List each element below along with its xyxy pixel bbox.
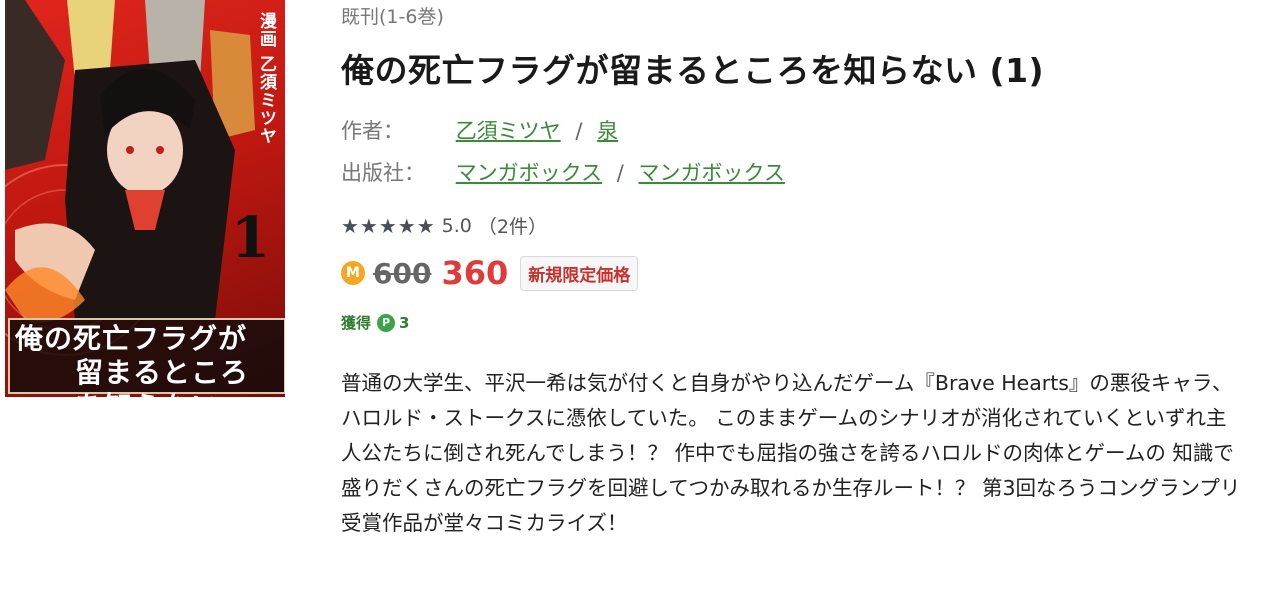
publisher-separator: / <box>616 161 624 185</box>
cover-title-line1: 俺の死亡フラグが <box>15 322 248 355</box>
publisher-link-1[interactable]: マンガボックス <box>456 161 602 185</box>
author-label: 作者： <box>341 119 404 143</box>
points-icon: P <box>377 313 396 332</box>
cover-author: 漫画 乙須ミツヤ <box>256 12 276 145</box>
product-title: 俺の死亡フラグが留まるところを知らない (1) <box>341 51 1045 90</box>
star-rating-icons: ★★★★★ <box>341 213 436 238</box>
product-description: 普通の大学生、平沢一希は気が付くと自身がやり込んだゲーム『Brave Heart… <box>341 371 1241 535</box>
limited-price-badge: 新規限定価格 <box>520 255 639 291</box>
points-label: 獲得 <box>341 314 372 332</box>
cover-volume-number: 1 <box>231 205 270 271</box>
cover-title: 俺の死亡フラグが 留まるところを知らない <box>15 322 277 397</box>
author-link-1[interactable]: 乙須ミツヤ <box>456 119 561 143</box>
author-row: 作者： 乙須ミツヤ / 泉 <box>341 115 618 145</box>
cover-image[interactable]: 漫画 乙須ミツヤ 1 俺の死亡フラグが 留まるところを知らない <box>5 0 285 397</box>
points-earned: 獲得 P 3 <box>341 312 409 333</box>
publisher-label: 出版社： <box>341 161 425 185</box>
series-tag: 既刊(1-6巻) <box>341 6 444 28</box>
rating[interactable]: ★★★★★ 5.0 （2件） <box>341 212 547 239</box>
author-separator: / <box>575 119 583 143</box>
price-row: M 600 360 新規限定価格 <box>341 254 639 292</box>
cover-title-line2: 留まるところを知らない <box>75 356 250 397</box>
rating-count: （2件） <box>477 216 547 238</box>
points-value: 3 <box>399 313 410 332</box>
publisher-link-2[interactable]: マンガボックス <box>639 161 785 185</box>
coin-icon: M <box>341 261 365 285</box>
publisher-row: 出版社： マンガボックス / マンガボックス <box>341 157 785 187</box>
sale-price: 360 <box>441 254 509 292</box>
original-price: 600 <box>373 256 432 290</box>
rating-score: 5.0 <box>441 214 472 237</box>
author-link-2[interactable]: 泉 <box>597 119 618 143</box>
